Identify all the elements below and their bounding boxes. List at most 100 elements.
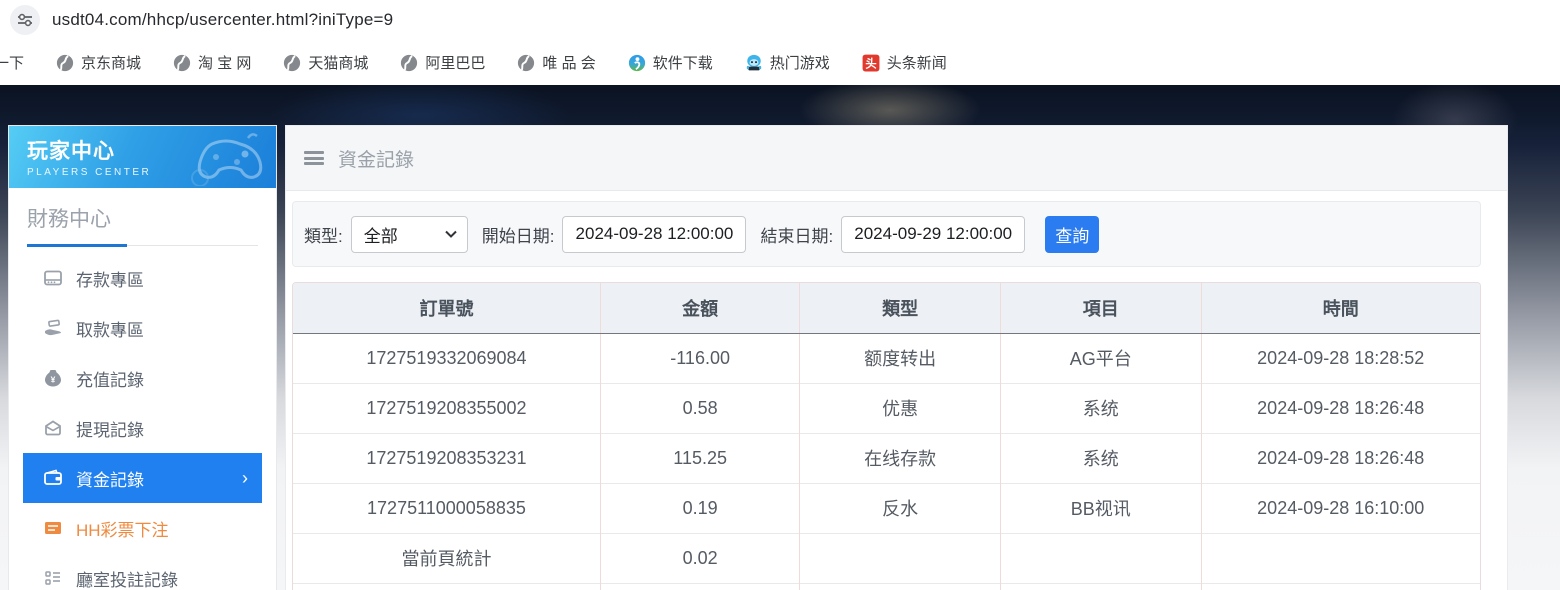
table-cell: 當前頁統計 bbox=[293, 533, 600, 583]
table-cell bbox=[1201, 533, 1480, 583]
start-date-input[interactable] bbox=[562, 216, 746, 253]
sidebar-item-recharge-records[interactable]: ¥ 充值記錄 bbox=[9, 353, 276, 403]
finance-section: 財務中心 bbox=[9, 188, 276, 247]
table-cell: 2024-09-28 18:26:48 bbox=[1201, 433, 1480, 483]
type-label: 類型: bbox=[304, 222, 343, 247]
bookmark-toutiao[interactable]: 头 头条新闻 bbox=[854, 48, 955, 77]
col-order-no: 訂單號 bbox=[293, 283, 600, 333]
start-date-label: 開始日期: bbox=[482, 222, 555, 247]
toutiao-news-icon: 头 bbox=[862, 54, 880, 72]
funds-table: 訂單號 金額 類型 項目 時間 1727519332069084-116.00额… bbox=[292, 282, 1481, 590]
browser-url-bar[interactable]: usdt04.com/hhcp/usercenter.html?iniType=… bbox=[0, 0, 1560, 40]
table-cell: BB视讯 bbox=[1000, 483, 1201, 533]
col-project: 項目 bbox=[1000, 283, 1201, 333]
table-cell: 1727519332069084 bbox=[293, 333, 600, 383]
sidebar-item-hh-lottery-bet[interactable]: HH彩票下注 bbox=[9, 503, 276, 553]
hand-banknote-icon bbox=[43, 318, 63, 338]
bookmarks-bar: 一下 京东商城 淘 宝 网 天猫商城 阿里巴巴 唯 品 会 软件下载 热门游戏 … bbox=[0, 40, 1560, 85]
sidebar-menu: 存款專區 取款專區 ¥ 充值記錄 提現記錄 資金記錄 › HH彩票下注 廳室投註… bbox=[9, 253, 276, 590]
table-cell: 1727519208355002 bbox=[293, 383, 600, 433]
table-cell bbox=[800, 533, 1001, 583]
bookmark-tmall[interactable]: 天猫商城 bbox=[275, 48, 376, 77]
table-cell: 在线存款 bbox=[800, 433, 1001, 483]
sidebar-item-deposit-zone[interactable]: 存款專區 bbox=[9, 253, 276, 303]
table-row bbox=[293, 583, 1480, 590]
svg-text:¥: ¥ bbox=[51, 375, 56, 385]
table-row: 17275110000588350.19反水BB视讯2024-09-28 16:… bbox=[293, 483, 1480, 533]
chevron-right-icon: › bbox=[242, 469, 248, 487]
table-cell: 反水 bbox=[800, 483, 1001, 533]
globe-icon bbox=[400, 54, 418, 72]
bookmark-vip[interactable]: 唯 品 会 bbox=[509, 48, 603, 77]
globe-icon bbox=[173, 54, 191, 72]
table-cell: 2024-09-28 16:10:00 bbox=[1201, 483, 1480, 533]
url-text[interactable]: usdt04.com/hhcp/usercenter.html?iniType=… bbox=[52, 10, 393, 30]
chevron-down-icon bbox=[445, 225, 457, 243]
col-time: 時間 bbox=[1201, 283, 1480, 333]
table-cell bbox=[600, 583, 799, 590]
bookmark-games[interactable]: 热门游戏 bbox=[737, 48, 838, 77]
bookmark-taobao[interactable]: 淘 宝 网 bbox=[165, 48, 259, 77]
col-type: 類型 bbox=[800, 283, 1001, 333]
table-row: 當前頁統計0.02 bbox=[293, 533, 1480, 583]
table-cell: 优惠 bbox=[800, 383, 1001, 433]
funds-table-body: 1727519332069084-116.00额度转出AG平台2024-09-2… bbox=[293, 333, 1480, 590]
records-list-icon bbox=[43, 568, 63, 588]
lottery-ticket-icon bbox=[43, 518, 63, 538]
bookmark-software[interactable]: 软件下载 bbox=[620, 48, 721, 77]
table-row: 1727519332069084-116.00额度转出AG平台2024-09-2… bbox=[293, 333, 1480, 383]
sidebar-item-funds-records[interactable]: 資金記錄 › bbox=[23, 453, 262, 503]
table-cell: AG平台 bbox=[1000, 333, 1201, 383]
deposit-card-icon bbox=[43, 268, 63, 288]
table-cell: 2024-09-28 18:28:52 bbox=[1201, 333, 1480, 383]
game-octopus-icon bbox=[745, 54, 763, 72]
svg-text:头: 头 bbox=[865, 56, 876, 70]
table-cell: 1727519208353231 bbox=[293, 433, 600, 483]
table-cell bbox=[1000, 533, 1201, 583]
globe-icon bbox=[517, 54, 535, 72]
sidebar: 玩家中心 PLAYERS CENTER 財務中心 存款專區 取款專區 bbox=[8, 125, 277, 590]
table-header-row: 訂單號 金額 類型 項目 時間 bbox=[293, 283, 1480, 333]
search-button[interactable]: 查詢 bbox=[1045, 216, 1099, 253]
sidebar-item-withdraw-records[interactable]: 提現記錄 bbox=[9, 403, 276, 453]
table-cell: 系统 bbox=[1000, 383, 1201, 433]
page-title: 資金記錄 bbox=[338, 145, 414, 172]
main-header: 資金記錄 bbox=[286, 126, 1507, 191]
bookmark-jd[interactable]: 京东商城 bbox=[48, 48, 149, 77]
finance-section-title: 財務中心 bbox=[27, 203, 258, 233]
bookmark-baidu[interactable]: 一下 bbox=[0, 48, 32, 77]
table-cell bbox=[1201, 583, 1480, 590]
end-date-input[interactable] bbox=[841, 216, 1025, 253]
gamepad-icon bbox=[182, 130, 268, 188]
filter-panel: 類型: 全部 開始日期: 結束日期: 查詢 bbox=[292, 201, 1481, 267]
table-cell bbox=[800, 583, 1001, 590]
table-cell: 2024-09-28 18:26:48 bbox=[1201, 383, 1480, 433]
table-cell: 0.58 bbox=[600, 383, 799, 433]
wallet-icon bbox=[43, 468, 63, 488]
cash-envelope-icon bbox=[43, 418, 63, 438]
table-cell: -116.00 bbox=[600, 333, 799, 383]
end-date-label: 結束日期: bbox=[760, 222, 833, 247]
table-cell: 1727511000058835 bbox=[293, 483, 600, 533]
type-select[interactable]: 全部 bbox=[351, 216, 468, 253]
sidebar-item-withdraw-zone[interactable]: 取款專區 bbox=[9, 303, 276, 353]
hamburger-menu-icon[interactable] bbox=[304, 151, 324, 165]
globe-icon bbox=[283, 54, 301, 72]
sidebar-item-hall-bet-records[interactable]: 廳室投註記錄 bbox=[9, 553, 276, 590]
money-bag-icon: ¥ bbox=[43, 368, 63, 388]
table-cell: 115.25 bbox=[600, 433, 799, 483]
globe-icon bbox=[56, 54, 74, 72]
bookmark-alibaba[interactable]: 阿里巴巴 bbox=[392, 48, 493, 77]
table-row: 1727519208353231115.25在线存款系统2024-09-28 1… bbox=[293, 433, 1480, 483]
table-cell: 0.19 bbox=[600, 483, 799, 533]
players-center-header: 玩家中心 PLAYERS CENTER bbox=[9, 126, 276, 188]
table-cell: 额度转出 bbox=[800, 333, 1001, 383]
table-cell bbox=[293, 583, 600, 590]
table-row: 17275192083550020.58优惠系统2024-09-28 18:26… bbox=[293, 383, 1480, 433]
software-download-icon bbox=[628, 54, 646, 72]
site-permissions-icon[interactable] bbox=[10, 5, 40, 35]
col-amount: 金額 bbox=[600, 283, 799, 333]
table-cell bbox=[1000, 583, 1201, 590]
section-underline bbox=[27, 244, 258, 247]
main-panel: 資金記錄 類型: 全部 開始日期: 結束日期: 查詢 訂單號 bbox=[285, 125, 1508, 590]
